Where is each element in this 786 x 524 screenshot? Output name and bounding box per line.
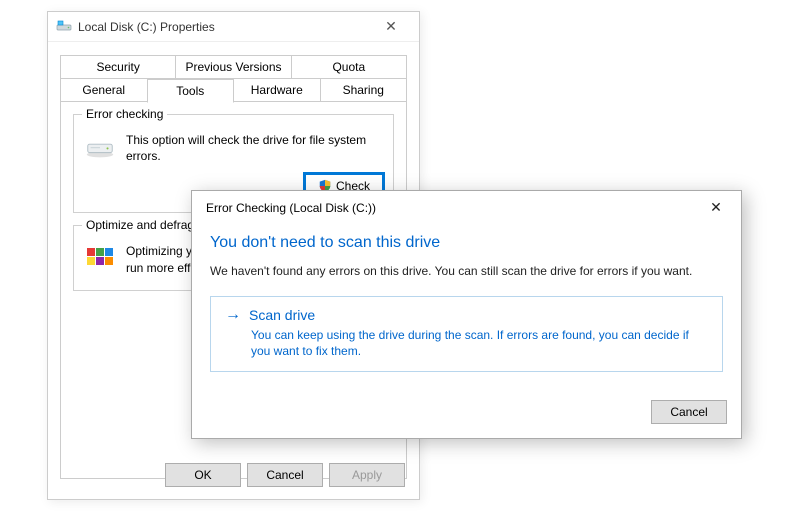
tab-sharing[interactable]: Sharing — [320, 79, 408, 103]
error-checking-text: This option will check the drive for fil… — [126, 131, 383, 164]
modal-close-button[interactable]: ✕ — [701, 199, 731, 216]
scan-drive-subtitle: You can keep using the drive during the … — [251, 327, 708, 359]
modal-cancel-button[interactable]: Cancel — [651, 400, 727, 424]
tab-tools[interactable]: Tools — [147, 79, 235, 103]
modal-buttons: Cancel — [192, 386, 741, 438]
tab-security[interactable]: Security — [60, 55, 176, 79]
scan-drive-action[interactable]: → Scan drive You can keep using the driv… — [210, 296, 723, 372]
tab-hardware[interactable]: Hardware — [233, 79, 321, 103]
drive-check-icon — [84, 131, 116, 163]
titlebar: Local Disk (C:) Properties ✕ — [48, 12, 419, 42]
error-checking-legend: Error checking — [82, 107, 167, 121]
modal-body: You don't need to scan this drive We hav… — [192, 224, 741, 386]
ok-button[interactable]: OK — [165, 463, 241, 487]
tabs-row-2: General Tools Hardware Sharing — [60, 78, 407, 102]
tab-previous-versions[interactable]: Previous Versions — [175, 55, 291, 79]
error-checking-dialog: Error Checking (Local Disk (C:)) ✕ You d… — [191, 190, 742, 439]
modal-description: We haven't found any errors on this driv… — [210, 264, 723, 278]
apply-button[interactable]: Apply — [329, 463, 405, 487]
modal-heading: You don't need to scan this drive — [210, 234, 723, 252]
drive-icon — [56, 19, 72, 35]
cancel-button[interactable]: Cancel — [247, 463, 323, 487]
tab-general[interactable]: General — [60, 79, 148, 103]
window-title: Local Disk (C:) Properties — [78, 20, 371, 34]
tabs-row-1: Security Previous Versions Quota — [60, 54, 407, 78]
modal-titlebar: Error Checking (Local Disk (C:)) ✕ — [192, 191, 741, 224]
arrow-right-icon: → — [225, 307, 241, 323]
defrag-icon — [84, 242, 116, 274]
dialog-buttons: OK Cancel Apply — [165, 463, 405, 487]
tab-quota[interactable]: Quota — [291, 55, 407, 79]
scan-drive-title: Scan drive — [249, 307, 315, 323]
modal-title: Error Checking (Local Disk (C:)) — [206, 201, 701, 215]
close-button[interactable]: ✕ — [371, 18, 411, 35]
